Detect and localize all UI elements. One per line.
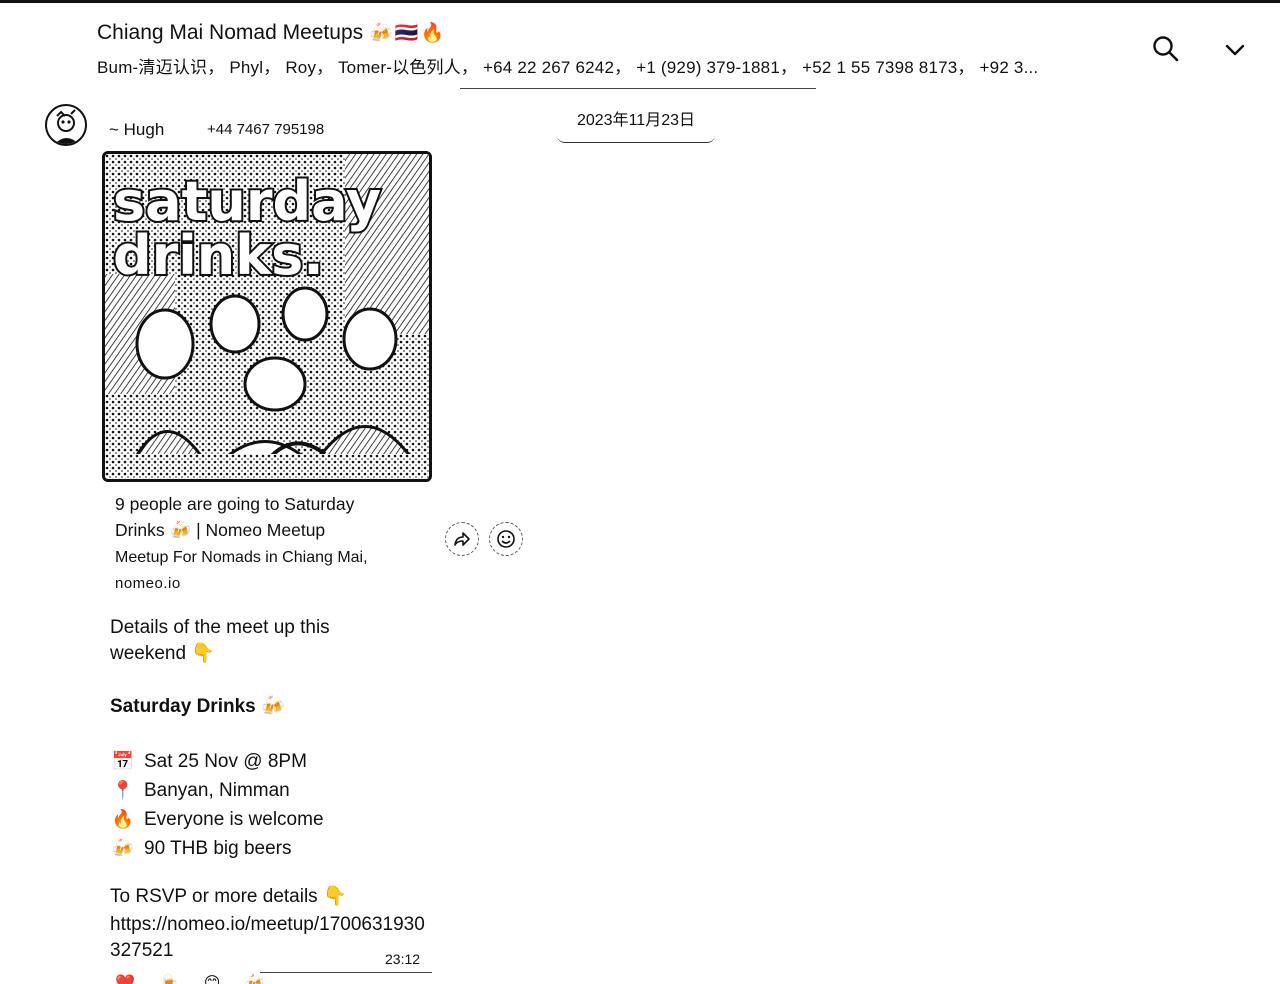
rsvp-line: To RSVP or more details 👇 xyxy=(110,884,347,910)
forward-icon xyxy=(454,532,470,546)
sender-phone: +44 7467 795198 xyxy=(207,121,325,138)
event-date: Sat 25 Nov @ 8PM xyxy=(144,751,307,772)
message-intro: Details of the meet up this weekend 👇 xyxy=(110,615,410,667)
link-preview-image[interactable]: saturday drinks. xyxy=(102,151,432,482)
chat-title-text: Chiang Mai Nomad Meetups xyxy=(97,21,364,44)
rsvp-text: To RSVP or more details xyxy=(110,886,318,907)
link-preview-domain: nomeo.io xyxy=(115,575,181,592)
bubble-divider xyxy=(260,972,432,973)
menu-toggle-button[interactable] xyxy=(1220,35,1250,65)
reactions-strip[interactable]: ❤️ 🍺 😊 🍻 xyxy=(115,973,275,984)
forward-button[interactable] xyxy=(445,522,479,556)
chat-title[interactable]: Chiang Mai Nomad Meetups 🍻🇹🇭🔥 xyxy=(97,21,446,45)
event-price: 90 THB big beers xyxy=(144,838,292,859)
svg-text:drinks.: drinks. xyxy=(113,224,324,287)
chat-title-emoji: 🍻🇹🇭🔥 xyxy=(369,23,447,44)
event-details: 📅 Sat 25 Nov @ 8PM 📍 Banyan, Nimman 🔥 Every… xyxy=(110,748,324,862)
beer-emoji: 🍻 xyxy=(261,696,285,717)
link-preview-title[interactable]: 9 people are going to Saturday Drinks 🍻 … xyxy=(115,491,405,543)
fire-icon: 🔥 xyxy=(111,809,135,829)
event-title: Saturday Drinks 🍻 xyxy=(110,694,285,720)
pin-icon: 📍 xyxy=(111,780,135,800)
header-divider xyxy=(460,88,816,89)
event-welcome-line: 🔥 Everyone is welcome xyxy=(110,806,324,833)
rsvp-link[interactable]: https://nomeo.io/meetup/1700631930327521 xyxy=(110,912,430,964)
event-location: Banyan, Nimman xyxy=(144,780,290,801)
chat-header: Chiang Mai Nomad Meetups 🍻🇹🇭🔥 Bum-清迈认识， P… xyxy=(0,0,1280,88)
chevron-down-icon xyxy=(1225,44,1245,56)
event-price-line: 🍻 90 THB big beers xyxy=(110,835,324,862)
beers-icon: 🍻 xyxy=(111,838,135,858)
avatar[interactable] xyxy=(45,104,87,146)
pointing-down-emoji: 👇 xyxy=(322,886,347,907)
event-title-text: Saturday Drinks xyxy=(110,696,256,717)
date-separator: 2023年11月23日 xyxy=(557,106,715,143)
search-icon xyxy=(1153,36,1179,62)
smiley-icon xyxy=(497,530,515,548)
calendar-icon: 📅 xyxy=(111,751,135,771)
preview-photo: saturday drinks. xyxy=(105,154,429,479)
sender-name[interactable]: ~ Hugh xyxy=(109,120,164,140)
event-welcome: Everyone is welcome xyxy=(144,809,324,830)
event-location-line: 📍 Banyan, Nimman xyxy=(110,777,324,804)
message-intro-text: Details of the meet up this weekend xyxy=(110,617,330,664)
link-preview-description: Meetup For Nomads in Chiang Mai, xyxy=(115,549,368,566)
react-button[interactable] xyxy=(489,522,523,556)
search-button[interactable] xyxy=(1150,33,1182,65)
message-timestamp: 23:12 xyxy=(385,951,421,967)
pointing-down-emoji: 👇 xyxy=(191,643,216,664)
event-date-line: 📅 Sat 25 Nov @ 8PM xyxy=(110,748,324,775)
member-list[interactable]: Bum-清迈认识， Phyl， Roy， Tomer-以色列人， +64 22 … xyxy=(97,53,1107,78)
avatar-image xyxy=(54,109,79,144)
chat-window: Chiang Mai Nomad Meetups 🍻🇹🇭🔥 Bum-清迈认识， P… xyxy=(0,0,1280,984)
